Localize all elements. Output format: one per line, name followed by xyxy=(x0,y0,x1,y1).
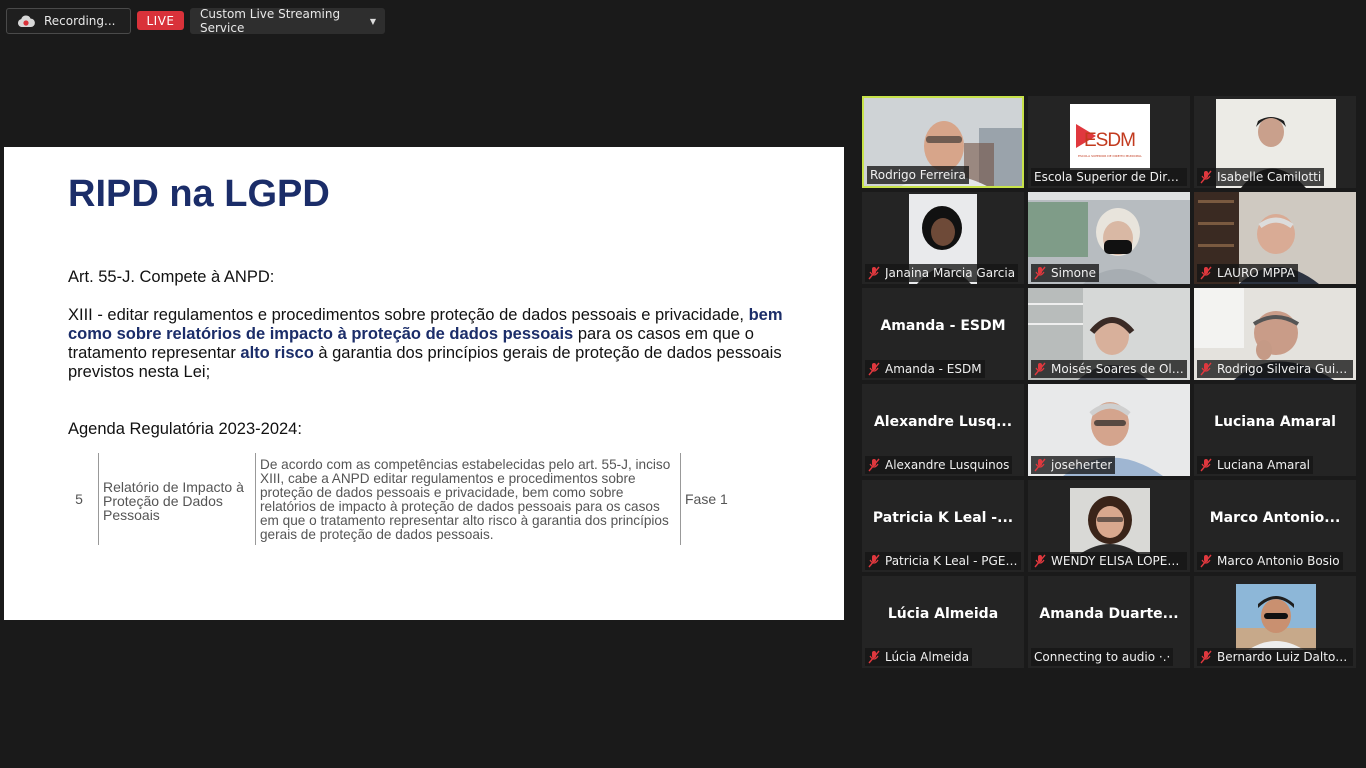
agenda-number: 5 xyxy=(75,491,83,507)
muted-mic-icon xyxy=(868,362,880,376)
participant-name-label: Rodrigo Ferreira xyxy=(867,166,969,184)
participant-tile[interactable]: ESDM ESCOLA SUPERIOR DE DIREITO MUNICIPA… xyxy=(1028,96,1190,188)
participant-center-name: Patricia K Leal -... xyxy=(872,510,1014,526)
participant-name-label: Moisés Soares de Oli... xyxy=(1031,360,1187,378)
participant-name-label: Amanda - ESDM xyxy=(865,360,985,378)
participant-name-label: Connecting to audio ·.· xyxy=(1031,648,1174,666)
participant-name-label: Janaina Marcia Garcia xyxy=(865,264,1019,282)
agenda-description: De acordo com as competências estabeleci… xyxy=(255,453,681,545)
recording-indicator[interactable]: Recording... xyxy=(6,8,131,34)
shared-slide: RIPD na LGPD Art. 55-J. Compete à ANPD: … xyxy=(4,147,844,620)
video-feed xyxy=(1236,584,1316,650)
participant-center-name: Amanda - ESDM xyxy=(880,318,1006,334)
participant-center-name: Luciana Amaral xyxy=(1214,414,1336,430)
agenda-table: 5 Relatório de Impacto à Proteção de Dad… xyxy=(60,453,740,545)
muted-mic-icon xyxy=(1034,266,1046,280)
article-paragraph: XIII - editar regulamentos e procediment… xyxy=(68,306,788,382)
participant-name-label: Luciana Amaral xyxy=(1197,456,1314,474)
streaming-service-label: Custom Live Streaming Service xyxy=(200,7,341,35)
participant-name-label: Escola Superior de Direi... xyxy=(1031,168,1187,186)
muted-mic-icon xyxy=(868,266,880,280)
participant-name-label: Marco Antonio Bosio xyxy=(1197,552,1343,570)
caret-down-icon: ▼ xyxy=(369,16,376,26)
live-badge[interactable]: LIVE xyxy=(137,11,184,30)
muted-mic-icon xyxy=(1200,266,1212,280)
muted-mic-icon xyxy=(1034,458,1046,472)
participant-tile[interactable]: Amanda - ESDM Amanda - ESDM xyxy=(862,288,1024,380)
agenda-heading: Agenda Regulatória 2023-2024: xyxy=(68,420,302,438)
participant-name-label: Simone xyxy=(1031,264,1099,282)
participant-tile[interactable]: Lúcia Almeida Lúcia Almeida xyxy=(862,576,1024,668)
paragraph-text-1: XIII - editar regulamentos e procediment… xyxy=(68,306,749,324)
participant-name-label: Rodrigo Silveira Guilh... xyxy=(1197,360,1353,378)
muted-mic-icon xyxy=(868,554,880,568)
recording-label: Recording... xyxy=(44,14,116,28)
logo-subtext: ESCOLA SUPERIOR DE DIREITO MUNICIPAL xyxy=(1078,154,1142,158)
streaming-service-dropdown[interactable]: Custom Live Streaming Service ▼ xyxy=(190,7,385,35)
participant-tile[interactable]: Luciana Amaral Luciana Amaral xyxy=(1194,384,1356,476)
participant-name-label: Lúcia Almeida xyxy=(865,648,973,666)
video-feed xyxy=(1070,488,1150,554)
participant-tile[interactable]: Bernardo Luiz Daltoé ... xyxy=(1194,576,1356,668)
slide-title: RIPD na LGPD xyxy=(68,173,330,215)
participant-tile[interactable]: joseherter xyxy=(1028,384,1190,476)
participant-tile[interactable]: Marco Antonio... Marco Antonio Bosio xyxy=(1194,480,1356,572)
participant-tile[interactable]: Rodrigo Ferreira xyxy=(862,96,1024,188)
participant-center-name: Lúcia Almeida xyxy=(887,606,999,622)
muted-mic-icon xyxy=(1200,170,1212,184)
participant-tile[interactable]: Patricia K Leal -... Patricia K Leal - P… xyxy=(862,480,1024,572)
cloud-recording-icon xyxy=(17,14,35,28)
participant-tile[interactable]: Simone xyxy=(1028,192,1190,284)
participant-name-label: WENDY ELISA LOPEZ ... xyxy=(1031,552,1187,570)
participant-name-label: Patricia K Leal - PGE/... xyxy=(865,552,1021,570)
participant-tile[interactable]: Moisés Soares de Oli... xyxy=(1028,288,1190,380)
participant-tile[interactable]: WENDY ELISA LOPEZ ... xyxy=(1028,480,1190,572)
participant-gallery: Rodrigo Ferreira ESDM ESCOLA SUPERIOR DE… xyxy=(862,96,1360,672)
muted-mic-icon xyxy=(1200,554,1212,568)
participant-tile[interactable]: Janaina Marcia Garcia xyxy=(862,192,1024,284)
muted-mic-icon xyxy=(1034,362,1046,376)
paragraph-highlight-2: alto risco xyxy=(240,344,314,362)
logo-text: ESDM xyxy=(1084,130,1136,151)
participant-center-name: Amanda Duarte... xyxy=(1039,606,1179,622)
participant-name-label: Isabelle Camilotti xyxy=(1197,168,1325,186)
participant-center-name: Alexandre Lusq... xyxy=(873,414,1013,430)
participant-name-label: joseherter xyxy=(1031,456,1116,474)
participant-tile[interactable]: Alexandre Lusq... Alexandre Lusquinos xyxy=(862,384,1024,476)
participant-name-label: LAURO MPPA xyxy=(1197,264,1298,282)
participant-tile[interactable]: Isabelle Camilotti xyxy=(1194,96,1356,188)
participant-name-label: Bernardo Luiz Daltoé ... xyxy=(1197,648,1353,666)
muted-mic-icon xyxy=(868,458,880,472)
participant-tile[interactable]: LAURO MPPA xyxy=(1194,192,1356,284)
agenda-topic: Relatório de Impacto à Proteção de Dados… xyxy=(98,453,255,545)
participant-tile[interactable]: Amanda Duarte... Connecting to audio ·.· xyxy=(1028,576,1190,668)
agenda-phase: Fase 1 xyxy=(685,491,728,507)
participant-tile[interactable]: Rodrigo Silveira Guilh... xyxy=(1194,288,1356,380)
muted-mic-icon xyxy=(1200,458,1212,472)
esdm-logo: ESDM ESCOLA SUPERIOR DE DIREITO MUNICIPA… xyxy=(1070,104,1150,170)
article-heading: Art. 55-J. Compete à ANPD: xyxy=(68,268,275,286)
participant-name-label: Alexandre Lusquinos xyxy=(865,456,1013,474)
muted-mic-icon xyxy=(868,650,880,664)
muted-mic-icon xyxy=(1200,362,1212,376)
muted-mic-icon xyxy=(1034,554,1046,568)
participant-center-name: Marco Antonio... xyxy=(1209,510,1341,526)
zoom-meeting-window: Recording... LIVE Custom Live Streaming … xyxy=(0,0,1366,768)
muted-mic-icon xyxy=(1200,650,1212,664)
